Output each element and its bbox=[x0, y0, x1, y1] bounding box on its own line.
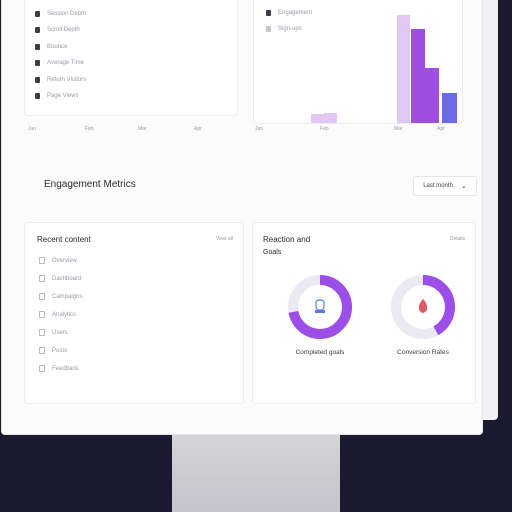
monitor-stand bbox=[172, 435, 340, 512]
content-list-item[interactable]: Feedback bbox=[39, 365, 78, 372]
axis-tick-label: Apr bbox=[194, 126, 202, 132]
fire-icon bbox=[418, 299, 428, 313]
period-dropdown[interactable]: Last month ⌄ bbox=[413, 176, 477, 196]
content-item-label: Overview bbox=[52, 257, 78, 264]
bookmark-icon bbox=[35, 27, 40, 33]
bar-chart bbox=[311, 15, 457, 123]
dropdown-label: Last month bbox=[423, 183, 453, 189]
document-icon bbox=[39, 275, 45, 282]
content-item-label: Dashboard bbox=[52, 275, 82, 282]
axis-tick-label: Jan bbox=[28, 126, 37, 132]
chevron-down-icon: ⌄ bbox=[460, 183, 467, 190]
bookmark-icon bbox=[35, 43, 40, 50]
bar bbox=[425, 68, 439, 123]
document-icon bbox=[39, 347, 45, 354]
document-icon bbox=[39, 311, 45, 318]
card-title: Recent content bbox=[37, 235, 91, 244]
bar bbox=[442, 93, 457, 123]
bar bbox=[324, 113, 337, 123]
content-list-item[interactable]: Dashboard bbox=[39, 275, 81, 282]
content-list-item[interactable]: Campaigns bbox=[39, 293, 82, 300]
axis-tick-label: Apr bbox=[437, 126, 445, 132]
top-right-chart-card: Conversion RateEngagementSign-ups bbox=[253, 0, 463, 124]
document-icon bbox=[39, 329, 45, 336]
content-item-label: Analytics bbox=[52, 311, 77, 318]
view-all-link[interactable]: View all bbox=[216, 236, 233, 242]
donut-label: Completed goals bbox=[295, 349, 345, 356]
document-icon bbox=[39, 365, 45, 372]
content-item-label: Posts bbox=[52, 347, 68, 354]
axis-tick-label: Jan bbox=[255, 126, 264, 132]
dashboard-screen: Session DurationSession DepthScroll Dept… bbox=[2, 0, 482, 434]
donut-charts bbox=[288, 275, 455, 339]
bookmark-icon bbox=[35, 10, 40, 17]
list-item[interactable]: Scroll Depth bbox=[35, 27, 80, 33]
top-left-card: Session DurationSession DepthScroll Dept… bbox=[24, 0, 238, 116]
section-title: Engagement Metrics bbox=[44, 179, 136, 190]
content-list-item[interactable]: Analytics bbox=[39, 311, 76, 318]
list-item[interactable]: Bounce bbox=[35, 43, 68, 50]
recent-content-card: Recent content View all Overview Dashboar… bbox=[24, 222, 244, 404]
list-item-label: Average Time bbox=[47, 60, 84, 66]
donut-label: Conversion Rates bbox=[397, 349, 449, 356]
content-item-label: Users bbox=[52, 329, 68, 336]
list-item[interactable]: Average Time bbox=[35, 60, 84, 66]
bar bbox=[411, 29, 425, 123]
bookmark-icon bbox=[35, 93, 40, 99]
goals-card: Reaction and Goals Details Completed goa… bbox=[252, 222, 476, 404]
axis-tick-label: Feb bbox=[320, 126, 329, 132]
list-item-label: Return Visitors bbox=[47, 76, 87, 83]
axis-tick-label: Feb bbox=[85, 126, 94, 132]
bar bbox=[397, 15, 410, 123]
document-icon bbox=[39, 257, 45, 264]
axis-tick-label: Mar bbox=[138, 126, 147, 132]
bookmark-icon bbox=[35, 76, 40, 83]
content-list-item[interactable]: Users bbox=[39, 329, 68, 336]
list-item[interactable]: Session Depth bbox=[35, 10, 87, 17]
document-icon bbox=[39, 293, 45, 300]
list-item-label: Session Depth bbox=[47, 10, 87, 17]
content-item-label: Campaigns bbox=[52, 293, 83, 300]
list-item[interactable]: Page Views bbox=[35, 93, 79, 99]
list-item[interactable]: Return Visitors bbox=[35, 76, 87, 83]
bookmark-icon bbox=[35, 60, 40, 66]
list-item-label: Scroll Depth bbox=[47, 27, 80, 33]
bar bbox=[311, 114, 324, 123]
axis-tick-label: Mar bbox=[394, 126, 403, 132]
content-item-label: Feedback bbox=[52, 365, 79, 372]
content-list-item[interactable]: Posts bbox=[39, 347, 67, 354]
content-list-item[interactable]: Overview bbox=[39, 257, 77, 264]
list-item-label: Bounce bbox=[47, 43, 68, 50]
trophy-icon bbox=[315, 299, 325, 313]
list-item-label: Page Views bbox=[47, 93, 79, 99]
